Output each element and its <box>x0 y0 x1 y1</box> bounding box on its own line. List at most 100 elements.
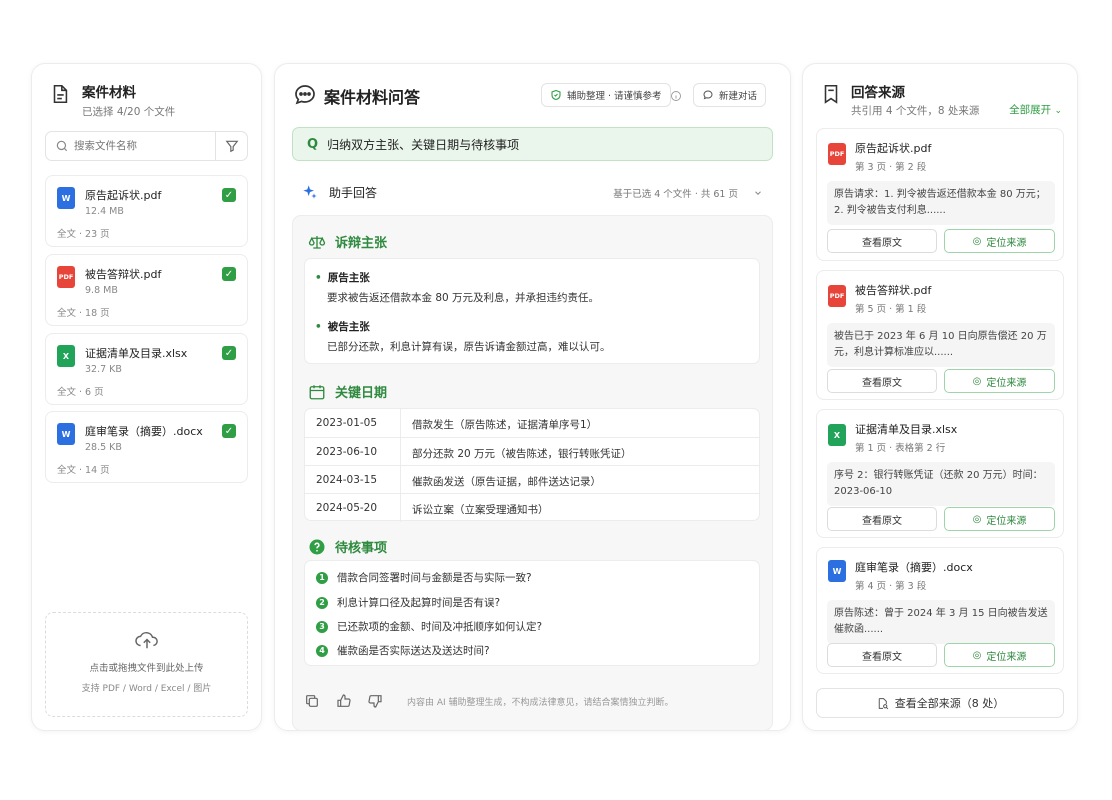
view-original-button[interactable]: 查看原文 <box>827 369 937 393</box>
assistant-label: 助手回答 <box>329 186 378 200</box>
view-original-label: 查看原文 <box>862 377 902 389</box>
file-item[interactable]: PDF 被告答辩状.pdf 9.8 MB 全文 · 18 页 ✓ <box>45 254 248 326</box>
view-original-label: 查看原文 <box>862 515 902 527</box>
assist-badge-label: 辅助整理 · 请谨慎参考 <box>567 91 662 102</box>
table-row: 2023-06-10 部分还款 20 万元（被告陈述，银行转账凭证） <box>305 437 759 466</box>
user-question: Q 归纳双方主张、关键日期与待核事项 <box>292 127 773 161</box>
dates-table: 2023-01-05 借款发生（原告陈述，证据清单序号1） 2023-06-10… <box>304 408 760 522</box>
copy-icon[interactable] <box>304 693 320 709</box>
number-badge: 3 <box>316 620 328 633</box>
file-meta: 全文 · 18 页 <box>57 308 110 319</box>
question-text: 归纳双方主张、关键日期与待核事项 <box>327 137 520 152</box>
pdf-file-icon: PDF <box>828 285 846 307</box>
view-original-button[interactable]: 查看原文 <box>827 229 937 253</box>
file-item[interactable]: X 证据清单及目录.xlsx 32.7 KB 全文 · 6 页 ✓ <box>45 333 248 405</box>
file-meta: 全文 · 14 页 <box>57 465 110 476</box>
locate-source-label: 定位来源 <box>986 651 1027 663</box>
search-box <box>45 131 248 161</box>
locate-source-button[interactable]: ◎ 定位来源 <box>944 507 1055 531</box>
dates-section-title: 关键日期 <box>308 382 387 401</box>
file-checkbox[interactable]: ✓ <box>222 346 236 360</box>
chevron-down-icon[interactable] <box>753 188 763 198</box>
claims-title: 诉辩主张 <box>335 236 388 251</box>
todo-text: 已还款项的金额、时间及冲抵顺序如何认定? <box>337 621 543 633</box>
file-name: 证据清单及目录.xlsx <box>85 347 188 360</box>
file-size: 9.8 MB <box>85 285 118 296</box>
new-chat-label: 新建对话 <box>719 91 758 102</box>
thumbs-down-icon[interactable] <box>367 693 383 709</box>
number-badge: 2 <box>316 596 328 609</box>
source-card: X 证据清单及目录.xlsx 第 1 页 · 表格第 2 行 序号 2：银行转账… <box>816 409 1064 538</box>
claims-section-title: 诉辩主张 <box>308 232 387 251</box>
file-checkbox[interactable]: ✓ <box>222 424 236 438</box>
file-item[interactable]: W 庭审笔录（摘要）.docx 28.5 KB 全文 · 14 页 ✓ <box>45 411 248 483</box>
event-cell: 部分还款 20 万元（被告陈述，银行转账凭证） <box>412 448 632 460</box>
defendant-claim-head: 被告主张 <box>315 319 370 334</box>
file-name: 原告起诉状.pdf <box>85 189 162 202</box>
view-all-sources-button[interactable]: 查看全部来源（8 处） <box>816 688 1064 718</box>
source-card: PDF 原告起诉状.pdf 第 3 页 · 第 2 段 原告请求：1. 判令被告… <box>816 128 1064 261</box>
bookmark-icon <box>820 83 842 105</box>
file-checkbox[interactable]: ✓ <box>222 188 236 202</box>
list-item: 4 催款函是否实际送达及送达时间? <box>316 643 490 658</box>
citation-count: 共引用 4 个文件，8 处来源 <box>851 105 980 117</box>
document-icon <box>49 83 71 105</box>
file-item[interactable]: W 原告起诉状.pdf 12.4 MB 全文 · 23 页 ✓ <box>45 175 248 247</box>
file-name: 被告答辩状.pdf <box>85 268 162 281</box>
view-original-label: 查看原文 <box>862 651 902 663</box>
file-size: 12.4 MB <box>85 206 124 217</box>
expand-all-label: 全部展开 <box>1009 104 1052 116</box>
scale-icon <box>308 235 326 249</box>
view-original-button[interactable]: 查看原文 <box>827 507 937 531</box>
location-pin-icon: ◎ <box>972 375 982 387</box>
pdf-file-icon: PDF <box>828 143 846 165</box>
source-file-name: 庭审笔录（摘要）.docx <box>855 561 973 574</box>
locate-source-label: 定位来源 <box>986 515 1027 527</box>
table-row: 2023-01-05 借款发生（原告陈述，证据清单序号1） <box>305 409 759 437</box>
new-chat-button[interactable]: 新建对话 <box>693 83 767 107</box>
todo-text: 利息计算口径及起算时间是否有误? <box>337 597 501 609</box>
assist-badge: 辅助整理 · 请谨慎参考 <box>541 83 671 107</box>
file-checkbox[interactable]: ✓ <box>222 267 236 281</box>
dates-title: 关键日期 <box>335 386 388 401</box>
source-quote: 原告陈述：曾于 2024 年 3 月 15 日向被告发送催款函...... <box>827 600 1055 644</box>
info-icon[interactable] <box>670 90 682 102</box>
todo-section-title: 待核事项 <box>308 537 387 556</box>
source-location: 第 3 页 · 第 2 段 <box>855 162 927 173</box>
location-pin-icon: ◎ <box>972 235 982 247</box>
chat-bubble-icon <box>293 83 317 107</box>
panel-title: 案件材料问答 <box>324 88 421 107</box>
plaintiff-claim-text: 要求被告返还借款本金 80 万元及利息，并承担违约责任。 <box>327 292 600 304</box>
number-badge: 1 <box>316 571 328 584</box>
view-original-label: 查看原文 <box>862 237 902 249</box>
event-cell: 借款发生（原告陈述，证据清单序号1） <box>412 419 598 431</box>
document-search-icon <box>878 697 889 709</box>
filter-button[interactable] <box>215 132 247 160</box>
list-item: 2 利息计算口径及起算时间是否有误? <box>316 595 500 610</box>
location-pin-icon: ◎ <box>972 513 982 525</box>
view-all-label: 查看全部来源（8 处） <box>894 697 1005 710</box>
answer-basis[interactable]: 基于已选 4 个文件 · 共 61 页 <box>613 186 738 200</box>
upload-formats: 支持 PDF / Word / Excel / 图片 <box>81 684 212 694</box>
upload-dropzone[interactable]: 点击或拖拽文件到此处上传 支持 PDF / Word / Excel / 图片 <box>45 612 248 717</box>
expand-all-link[interactable]: 全部展开 ⌄ <box>1009 102 1062 117</box>
file-size: 32.7 KB <box>85 364 122 375</box>
question-marker: Q <box>307 136 319 152</box>
locate-source-button[interactable]: ◎ 定位来源 <box>944 369 1055 393</box>
search-input[interactable] <box>74 140 214 152</box>
source-file-name: 证据清单及目录.xlsx <box>855 423 958 436</box>
view-original-button[interactable]: 查看原文 <box>827 643 937 667</box>
source-location: 第 1 页 · 表格第 2 行 <box>855 443 946 454</box>
date-cell: 2024-03-15 <box>316 474 378 486</box>
source-quote: 被告已于 2023 年 6 月 10 日向原告偿还 20 万元，利息计算标准应以… <box>827 323 1055 367</box>
locate-source-button[interactable]: ◎ 定位来源 <box>944 643 1055 667</box>
todo-title: 待核事项 <box>335 541 388 556</box>
file-panel: 案件材料 已选择 4/20 个文件 W 原告起诉状.pdf 12.4 MB 全文… <box>31 63 262 731</box>
pdf-file-icon: PDF <box>57 266 75 288</box>
excel-file-icon: X <box>57 345 75 367</box>
locate-source-button[interactable]: ◎ 定位来源 <box>944 229 1055 253</box>
panel-title: 回答来源 <box>851 85 905 101</box>
thumbs-up-icon[interactable] <box>336 693 352 709</box>
source-quote: 序号 2：银行转账凭证（还款 20 万元）时间：2023-06-10 <box>827 462 1055 506</box>
file-name: 庭审笔录（摘要）.docx <box>85 425 203 438</box>
